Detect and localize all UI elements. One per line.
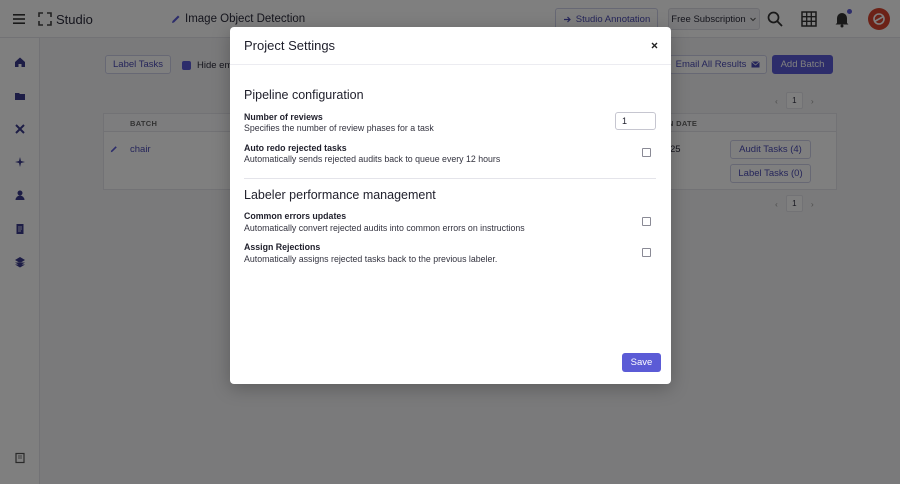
common-errors-checkbox[interactable] xyxy=(642,217,651,226)
setting-label-common-errors: Common errors updates xyxy=(244,211,347,221)
assign-rejections-checkbox[interactable] xyxy=(642,248,651,257)
setting-desc-auto-redo: Automatically sends rejected audits back… xyxy=(244,154,501,164)
modal-header: Project Settings xyxy=(230,27,671,65)
setting-label-assign-rejections: Assign Rejections xyxy=(244,242,321,252)
setting-desc-number-of-reviews: Specifies the number of review phases fo… xyxy=(244,123,434,133)
section-divider xyxy=(244,178,656,179)
section-title-labeler-performance: Labeler performance management xyxy=(244,188,436,202)
auto-redo-checkbox[interactable] xyxy=(642,148,651,157)
project-settings-modal: Project Settings Pipeline configuration … xyxy=(230,27,671,384)
number-of-reviews-input[interactable] xyxy=(615,112,656,130)
setting-label-auto-redo: Auto redo rejected tasks xyxy=(244,143,347,153)
modal-title: Project Settings xyxy=(244,38,336,53)
setting-label-number-of-reviews: Number of reviews xyxy=(244,112,323,122)
close-button[interactable] xyxy=(648,39,661,52)
close-icon xyxy=(651,42,658,49)
setting-desc-common-errors: Automatically convert rejected audits in… xyxy=(244,223,525,233)
section-title-pipeline: Pipeline configuration xyxy=(244,88,364,102)
save-button[interactable]: Save xyxy=(622,353,661,372)
setting-desc-assign-rejections: Automatically assigns rejected tasks bac… xyxy=(244,254,498,264)
